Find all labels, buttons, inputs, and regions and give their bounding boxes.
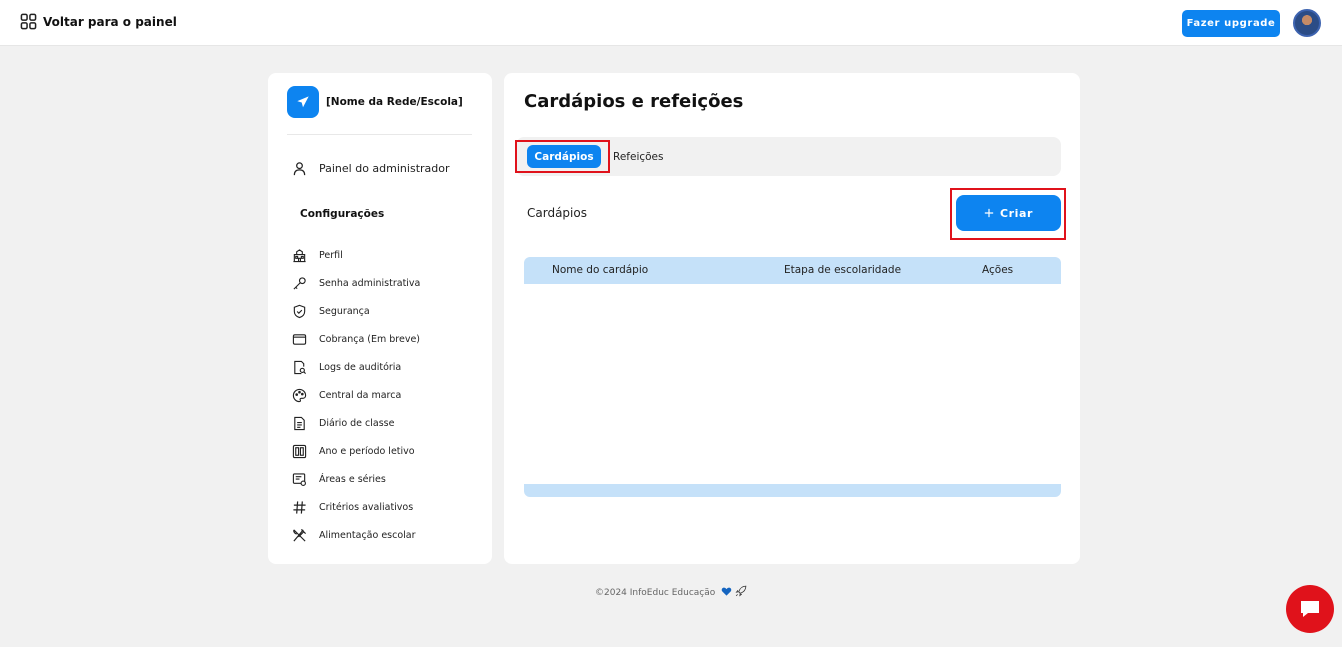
fork-knife-icon [292, 528, 307, 543]
sidebar-item-security[interactable]: Segurança [292, 297, 420, 325]
brand-name: [Nome da Rede/Escola] [326, 96, 463, 108]
sidebar-item-admin-panel[interactable]: Painel do administrador [292, 161, 450, 176]
sidebar-item-label: Painel do administrador [319, 162, 450, 175]
shield-check-icon [292, 304, 307, 319]
list-settings-icon [292, 472, 307, 487]
brand: [Nome da Rede/Escola] [287, 86, 463, 118]
sidebar-divider [287, 134, 472, 135]
key-icon [292, 276, 307, 291]
sidebar-item-admin-password[interactable]: Senha administrativa [292, 269, 420, 297]
calendar-grid-icon [292, 444, 307, 459]
sidebar-item-billing[interactable]: Cobrança (Em breve) [292, 325, 420, 353]
sidebar-item-profile[interactable]: Perfil [292, 241, 420, 269]
sidebar-item-brand-center[interactable]: Central da marca [292, 381, 420, 409]
tab-meals[interactable]: Refeições [613, 145, 664, 168]
upgrade-button[interactable]: Fazer upgrade [1182, 10, 1280, 37]
sidebar-item-label: Critérios avaliativos [319, 501, 414, 513]
sidebar-item-evaluation-criteria[interactable]: Critérios avaliativos [292, 493, 420, 521]
sidebar-item-audit-logs[interactable]: Logs de auditória [292, 353, 420, 381]
user-icon [292, 161, 307, 176]
table-footer [524, 484, 1061, 497]
chat-button[interactable] [1286, 585, 1334, 633]
create-button[interactable]: Criar [956, 195, 1061, 231]
sidebar-item-label: Logs de auditória [319, 361, 402, 373]
sidebar-item-label: Alimentação escolar [319, 529, 416, 541]
chat-bubble-icon [1298, 597, 1322, 621]
table-header: Nome do cardápio Etapa de escolaridade A… [524, 257, 1061, 284]
hash-icon [292, 500, 307, 515]
footer: ©2024 InfoEduc Educação [0, 585, 1342, 600]
palette-icon [292, 388, 307, 403]
wallet-icon [292, 332, 307, 347]
sidebar-item-class-diary[interactable]: Diário de classe [292, 409, 420, 437]
section-label: Cardápios [527, 206, 587, 220]
tab-menus[interactable]: Cardápios [527, 145, 601, 168]
sidebar: [Nome da Rede/Escola] Painel do administ… [268, 73, 492, 564]
sidebar-item-label: Cobrança (Em breve) [319, 333, 421, 345]
column-header-school-stage: Etapa de escolaridade [784, 264, 902, 276]
sidebar-item-areas-grades[interactable]: Áreas e séries [292, 465, 420, 493]
tabs-bar: Cardápios Refeições [516, 137, 1061, 176]
document-search-icon [292, 360, 307, 375]
school-building-icon [292, 248, 307, 263]
sidebar-item-label: Ano e período letivo [319, 445, 415, 457]
sidebar-item-school-year[interactable]: Ano e período letivo [292, 437, 420, 465]
avatar[interactable] [1293, 9, 1321, 37]
sidebar-item-label: Diário de classe [319, 417, 395, 429]
plus-icon [984, 208, 994, 218]
back-to-dashboard-link[interactable]: Voltar para o painel [20, 13, 177, 30]
heart-icon [721, 586, 732, 600]
back-link-label: Voltar para o painel [43, 14, 177, 29]
main-panel: Cardápios e refeições Cardápios Refeiçõe… [504, 73, 1080, 564]
sidebar-item-label: Senha administrativa [319, 277, 421, 289]
sidebar-item-label: Central da marca [319, 389, 402, 401]
sidebar-item-school-meals[interactable]: Alimentação escolar [292, 521, 420, 549]
column-header-actions: Ações [982, 264, 1014, 276]
paper-plane-icon [296, 95, 310, 109]
sidebar-item-label: Áreas e séries [319, 473, 386, 485]
config-section-title: Configurações [300, 208, 385, 220]
top-bar: Voltar para o painel Fazer upgrade [0, 0, 1342, 46]
rocket-icon [735, 585, 747, 600]
page-title: Cardápios e refeições [524, 91, 744, 112]
create-button-label: Criar [999, 206, 1034, 220]
grid-icon [20, 13, 37, 30]
file-text-icon [292, 416, 307, 431]
brand-logo [287, 86, 319, 118]
footer-text: ©2024 InfoEduc Educação [595, 588, 716, 598]
config-menu: Perfil Senha administrativa Segurança Co… [292, 241, 420, 549]
column-header-menu-name: Nome do cardápio [552, 264, 649, 276]
sidebar-item-label: Perfil [319, 249, 343, 261]
sidebar-item-label: Segurança [319, 305, 370, 317]
